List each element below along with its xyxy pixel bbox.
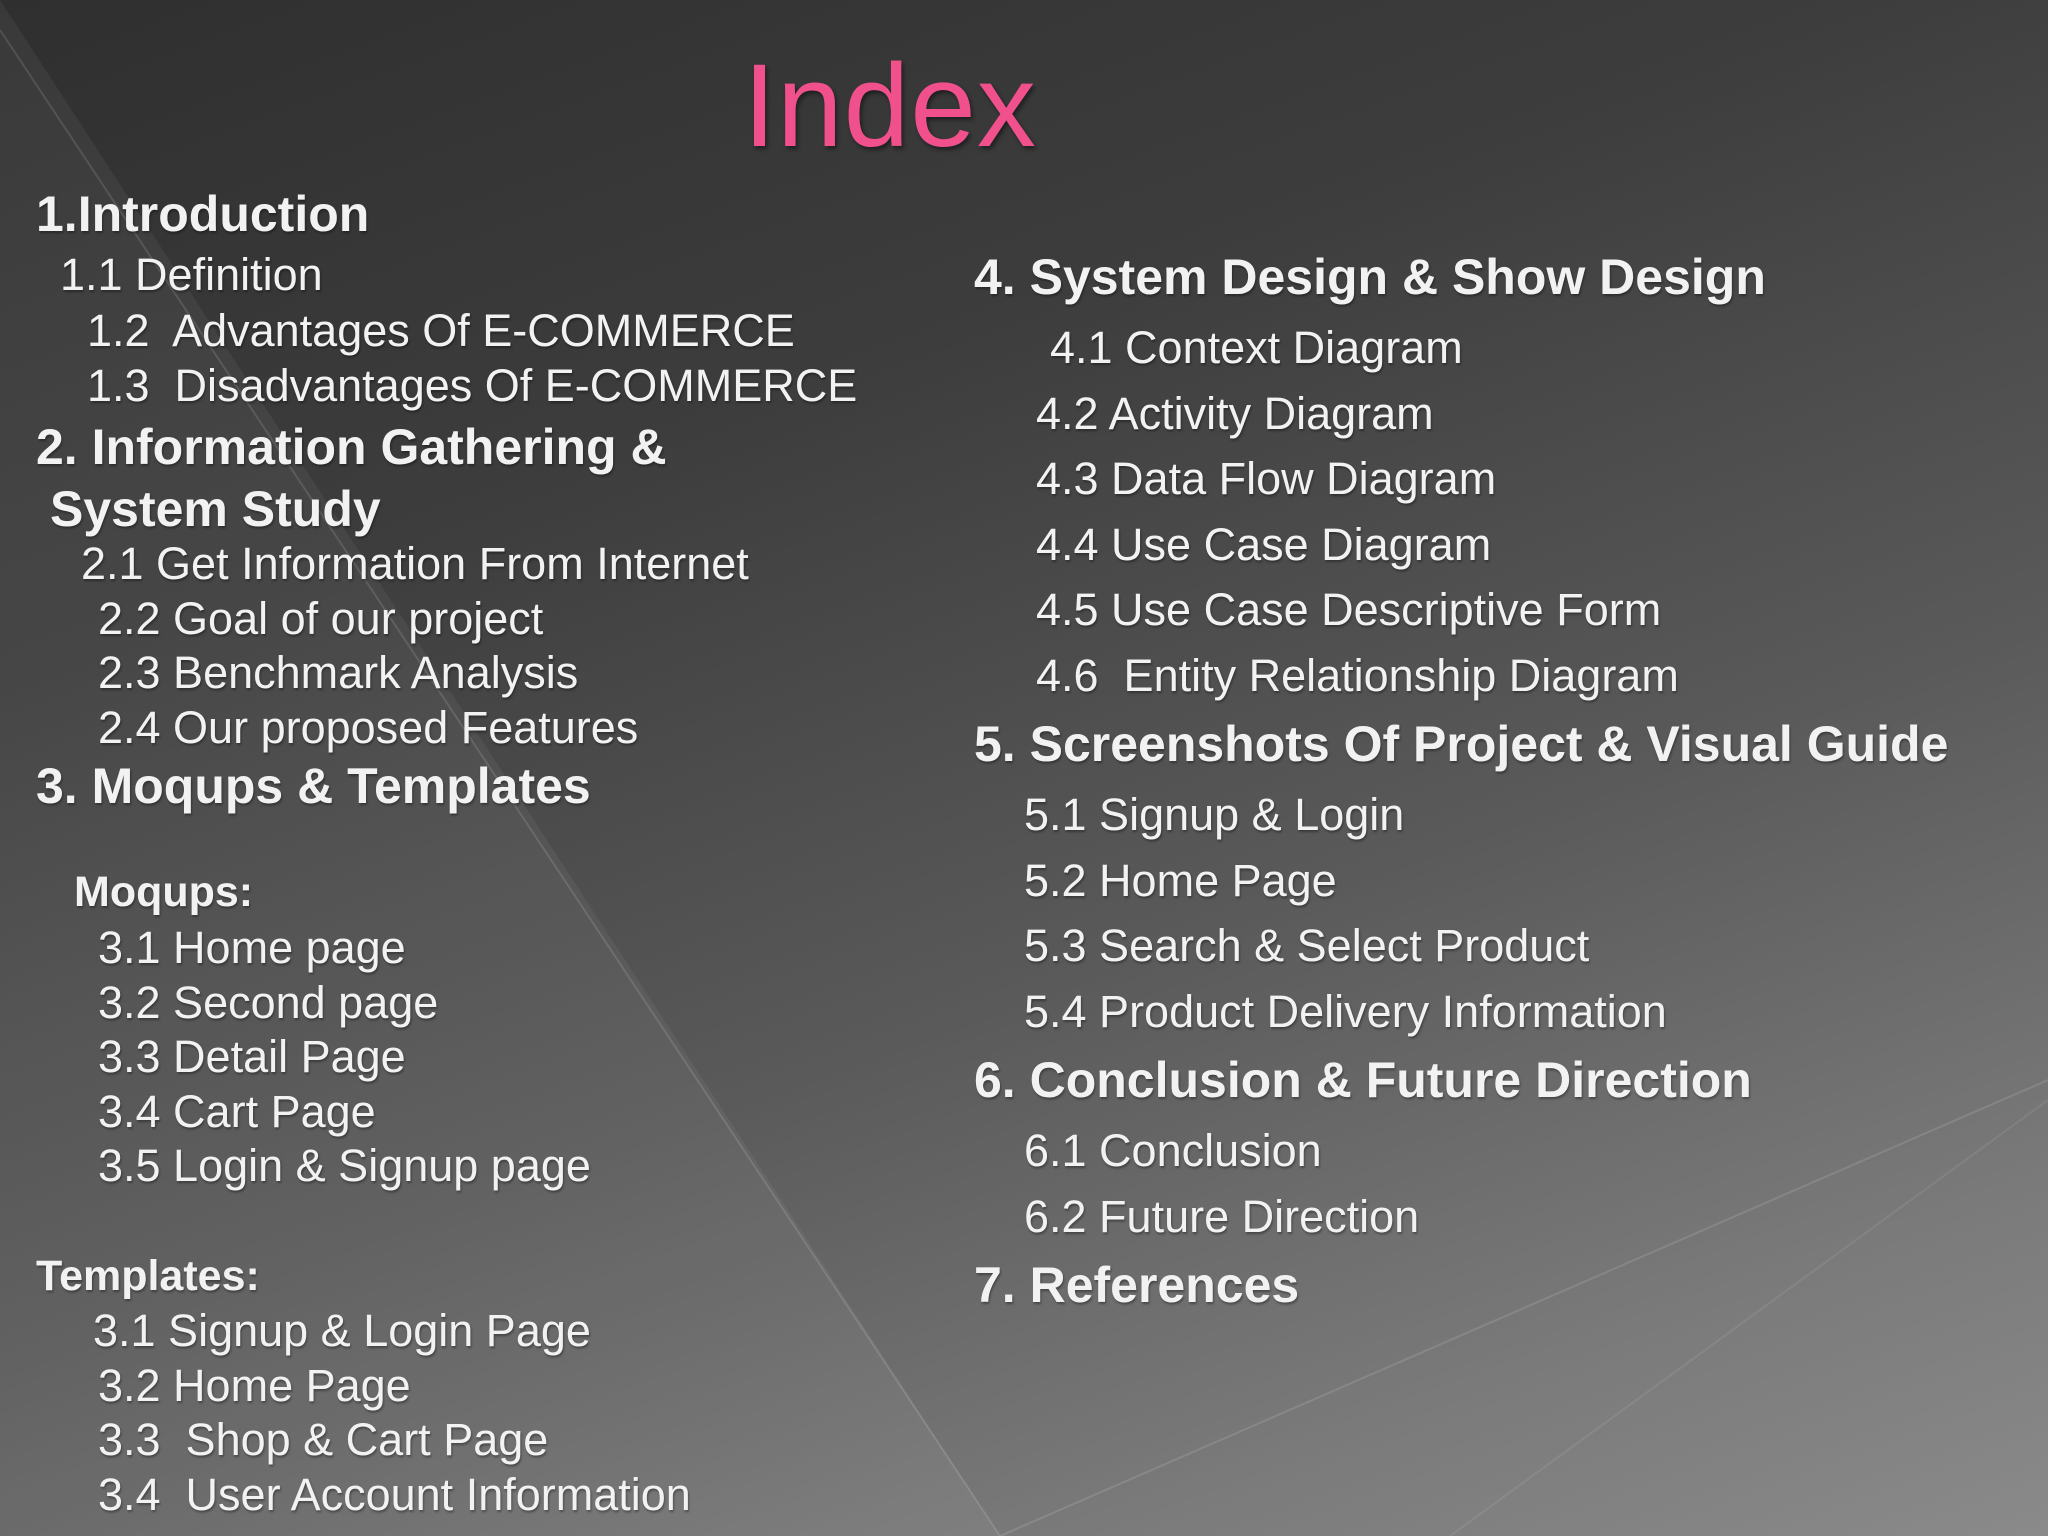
template-item-3-1: 3.1 Signup & Login Page xyxy=(93,1305,591,1356)
subsection-1-1: 1.1 Definition xyxy=(60,249,323,300)
subsection-4-5: 4.5 Use Case Descriptive Form xyxy=(1036,584,1662,635)
section-system-design: 4. System Design & Show Design xyxy=(974,249,1766,305)
section-system-study: System Study xyxy=(50,481,381,537)
templates-heading: Templates: xyxy=(36,1252,260,1300)
subsection-2-1: 2.1 Get Information From Internet xyxy=(81,538,749,589)
subsection-2-3: 2.3 Benchmark Analysis xyxy=(98,647,579,698)
subsection-4-3: 4.3 Data Flow Diagram xyxy=(1036,453,1497,504)
section-references: 7. References xyxy=(974,1257,1300,1313)
subsection-5-2: 5.2 Home Page xyxy=(1024,855,1337,906)
subsection-2-2: 2.2 Goal of our project xyxy=(98,593,544,644)
section-moqups-templates: 3. Moqups & Templates xyxy=(36,758,591,814)
subsection-1-2: 1.2 Advantages Of E-COMMERCE xyxy=(87,305,795,356)
slide-title: Index xyxy=(743,40,1037,172)
moqup-item-3-4: 3.4 Cart Page xyxy=(98,1086,376,1137)
moqup-item-3-1: 3.1 Home page xyxy=(98,922,406,973)
subsection-5-4: 5.4 Product Delivery Information xyxy=(1024,986,1667,1037)
subsection-5-3: 5.3 Search & Select Product xyxy=(1024,920,1590,971)
template-item-3-4: 3.4 User Account Information xyxy=(98,1469,691,1520)
subsection-4-6: 4.6 Entity Relationship Diagram xyxy=(1036,650,1679,701)
moqup-item-3-2: 3.2 Second page xyxy=(98,977,439,1028)
subsection-4-2: 4.2 Activity Diagram xyxy=(1036,388,1434,439)
moqups-heading: Moqups: xyxy=(74,868,254,916)
moqup-item-3-5: 3.5 Login & Signup page xyxy=(98,1140,591,1191)
section-introduction: 1.Introduction xyxy=(36,186,370,242)
subsection-4-4: 4.4 Use Case Diagram xyxy=(1036,519,1492,570)
subsection-2-4: 2.4 Our proposed Features xyxy=(98,702,639,753)
section-conclusion: 6. Conclusion & Future Direction xyxy=(974,1052,1752,1108)
subsection-4-1: 4.1 Context Diagram xyxy=(1050,322,1463,373)
section-screenshots: 5. Screenshots Of Project & Visual Guide xyxy=(974,716,1949,772)
section-information-gathering: 2. Information Gathering & xyxy=(36,419,667,475)
subsection-6-1: 6.1 Conclusion xyxy=(1024,1125,1322,1176)
subsection-1-3: 1.3 Disadvantages Of E-COMMERCE xyxy=(87,360,858,411)
subsection-5-1: 5.1 Signup & Login xyxy=(1024,789,1405,840)
template-item-3-3: 3.3 Shop & Cart Page xyxy=(98,1414,549,1465)
template-item-3-2: 3.2 Home Page xyxy=(98,1360,411,1411)
moqup-item-3-3: 3.3 Detail Page xyxy=(98,1031,406,1082)
subsection-6-2: 6.2 Future Direction xyxy=(1024,1191,1420,1242)
